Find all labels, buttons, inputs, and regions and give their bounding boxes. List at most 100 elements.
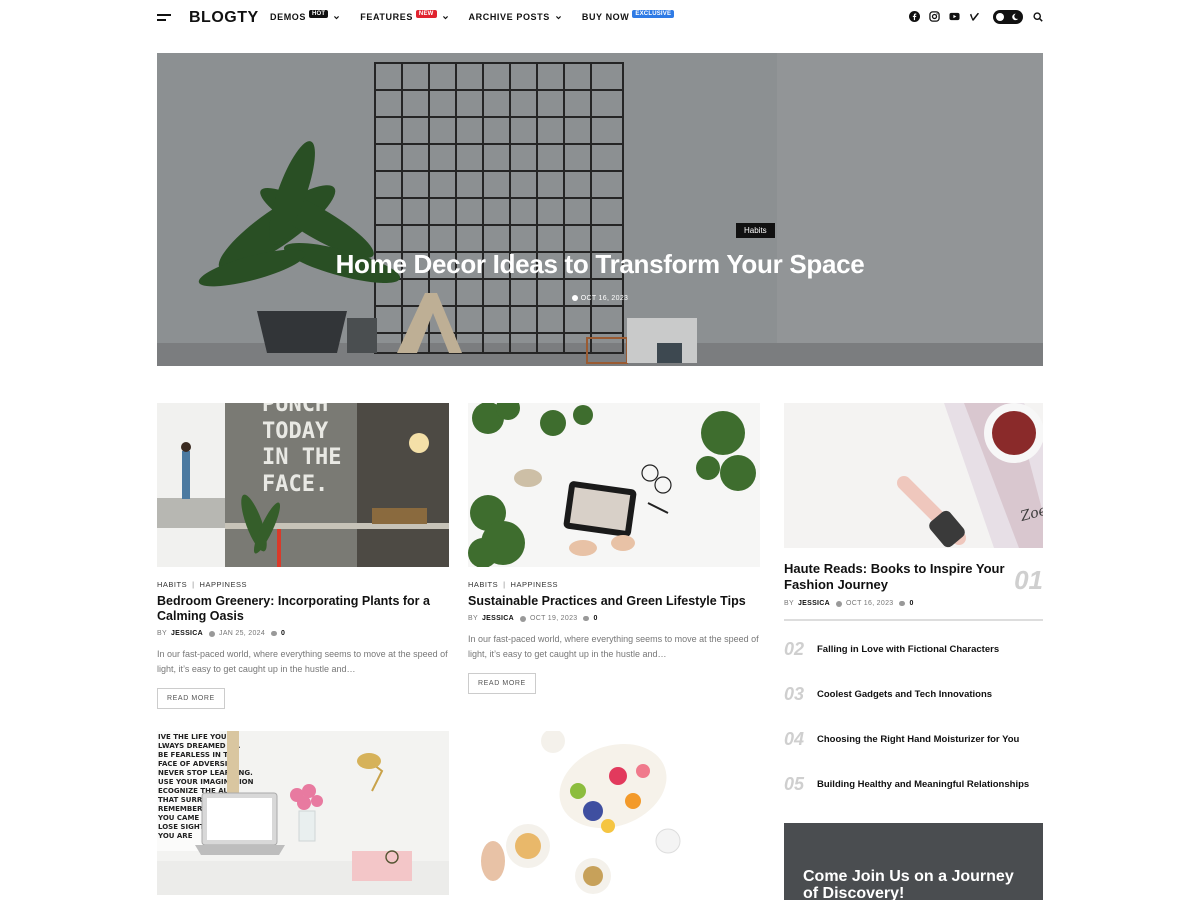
instagram-icon[interactable]: [929, 11, 940, 22]
svg-text:FACE OF ADVERSITY.: FACE OF ADVERSITY.: [158, 760, 239, 768]
svg-text:BE FEARLESS IN THE: BE FEARLESS IN THE: [158, 751, 239, 759]
list-item-title[interactable]: Building Healthy and Meaningful Relation…: [817, 779, 1029, 791]
rank-number: 05: [784, 774, 805, 794]
post-date: OCT 19, 2023: [530, 615, 578, 622]
hero-overlay: [157, 53, 1043, 366]
hero-featured-post[interactable]: Habits Home Decor Ideas to Transform You…: [157, 53, 1043, 366]
chevron-down-icon: [442, 15, 448, 19]
comment-count[interactable]: 0: [593, 615, 597, 622]
sidebar-popular: Zoe Haute Reads: Books to Inspire Your F…: [784, 403, 1043, 807]
nav-buy-label: BUY NOW: [581, 12, 630, 22]
newsletter-banner[interactable]: Come Join Us on a Journey of Discovery!: [784, 823, 1043, 900]
comment-icon: [899, 601, 906, 606]
author-link[interactable]: JESSICA: [171, 630, 203, 637]
clock-icon: [209, 630, 216, 637]
comment-icon: [583, 616, 590, 621]
post-thumbnail[interactable]: [468, 403, 760, 567]
post-image-books: Zoe: [784, 403, 1043, 548]
post-thumbnail[interactable]: [468, 731, 760, 895]
new-badge: NEW: [415, 10, 437, 18]
list-item[interactable]: 02 Falling in Love with Fictional Charact…: [784, 627, 1043, 672]
newsletter-title: Come Join Us on a Journey of Discovery!: [803, 868, 1014, 900]
by-label: BY: [468, 615, 478, 622]
by-label: BY: [784, 600, 794, 607]
nav-archive-posts[interactable]: ARCHIVE POSTS: [469, 12, 562, 22]
hero-category-badge[interactable]: Habits: [736, 223, 775, 238]
post-image-office: PUNCH TODAYIN THEFACE.: [157, 403, 449, 567]
rank-number: 03: [784, 684, 805, 704]
post-excerpt: In our fast-paced world, where everythin…: [468, 634, 759, 659]
comment-count[interactable]: 0: [281, 630, 285, 637]
dark-mode-toggle[interactable]: [993, 10, 1023, 24]
category-link[interactable]: HAPPINESS: [511, 580, 558, 589]
post-title[interactable]: Bedroom Greenery: Incorporating Plants f…: [157, 594, 449, 624]
vimeo-icon[interactable]: [969, 11, 980, 22]
author-link[interactable]: JESSICA: [798, 600, 830, 607]
list-item-title[interactable]: Coolest Gadgets and Tech Innovations: [817, 689, 992, 701]
clock-icon: [571, 295, 578, 301]
list-item-title[interactable]: Choosing the Right Hand Moisturizer for …: [817, 734, 1019, 746]
chevron-down-icon: [555, 15, 561, 19]
moon-icon: [1012, 13, 1019, 21]
nav-archive-label: ARCHIVE POSTS: [468, 12, 550, 22]
post-title[interactable]: Sustainable Practices and Green Lifestyl…: [468, 594, 760, 609]
svg-text:FACE.: FACE.: [262, 472, 328, 497]
nav-features-label: FEATURES: [360, 12, 413, 22]
sidebar-divider: [784, 619, 1043, 621]
category-link[interactable]: HABITS: [157, 580, 187, 589]
post-meta: BY JESSICA OCT 19, 2023 0: [468, 615, 760, 622]
category-link[interactable]: HAPPINESS: [200, 580, 247, 589]
nav-demos-label: DEMOS: [270, 12, 307, 22]
author-link[interactable]: JESSICA: [482, 615, 514, 622]
chevron-down-icon: [334, 15, 340, 19]
svg-text:YOU ARE: YOU ARE: [157, 832, 193, 840]
social-links: [909, 11, 989, 22]
category-link[interactable]: HABITS: [468, 580, 498, 589]
rank-number: 02: [784, 639, 805, 659]
comment-count[interactable]: 0: [909, 600, 913, 607]
clock-icon: [836, 600, 843, 607]
list-item[interactable]: 03 Coolest Gadgets and Tech Innovations: [784, 672, 1043, 717]
site-logo[interactable]: BLOGTY: [189, 9, 259, 27]
read-more-button[interactable]: READ MORE: [157, 688, 225, 709]
post-image-tablet: [468, 403, 760, 567]
svg-text:IVE THE LIFE YOU'VE: IVE THE LIFE YOU'VE: [158, 733, 239, 741]
rank-number: 04: [784, 729, 805, 749]
post-thumbnail[interactable]: IVE THE LIFE YOU'VE LWAYS DREAMED OF. BE F…: [157, 731, 449, 895]
sidebar-featured-thumbnail[interactable]: Zoe: [784, 403, 1043, 548]
post-meta: BY JESSICA JAN 25, 2024 0: [157, 630, 449, 637]
youtube-icon[interactable]: [949, 11, 960, 22]
post-meta: BY JESSICA OCT 16, 2023 0: [784, 600, 1043, 607]
nav-features[interactable]: FEATURES NEW: [360, 10, 448, 22]
list-item-title[interactable]: Falling in Love with Fictional Character…: [817, 644, 999, 656]
svg-text:IN THE: IN THE: [262, 445, 341, 470]
sidebar-featured-post: Haute Reads: Books to Inspire Your Fashi…: [784, 561, 1043, 607]
facebook-icon[interactable]: [909, 11, 920, 22]
menu-hamburger-icon[interactable]: [157, 14, 171, 22]
list-item[interactable]: 04 Choosing the Right Hand Moisturizer fo…: [784, 717, 1043, 762]
post-image-desk: IVE THE LIFE YOU'VELWAYS DREAMED OF.BE F…: [157, 731, 449, 895]
comment-icon: [271, 631, 278, 636]
svg-text:USE YOUR IMAGINATION: USE YOUR IMAGINATION: [158, 778, 254, 786]
nav-buy-now[interactable]: BUY NOW EXCLUSIVE: [581, 10, 675, 22]
toggle-knob: [996, 13, 1004, 21]
clock-icon: [520, 615, 527, 622]
post-date: JAN 25, 2024: [219, 630, 266, 637]
post-categories: HABITS | HAPPINESS: [157, 580, 247, 589]
list-item[interactable]: 05 Building Healthy and Meaningful Relati…: [784, 762, 1043, 807]
read-more-button[interactable]: READ MORE: [468, 673, 536, 694]
hero-title[interactable]: Home Decor Ideas to Transform Your Space: [157, 249, 1043, 280]
search-icon[interactable]: [1033, 12, 1043, 22]
svg-text:PUNCH: PUNCH: [262, 403, 328, 417]
post-card: PUNCH TODAY IN THE FACE. HABITS | HAPPINESS B…: [157, 403, 449, 709]
post-thumbnail[interactable]: PUNCH TODAY IN THE FACE.: [157, 403, 449, 567]
svg-text:TODAY: TODAY: [262, 419, 329, 444]
post-categories: HABITS | HAPPINESS: [468, 580, 558, 589]
post-excerpt: In our fast-paced world, where everythin…: [157, 649, 448, 674]
post-date: OCT 16, 2023: [846, 600, 894, 607]
exclusive-badge: EXCLUSIVE: [632, 10, 675, 18]
hero-date-text: OCT 16, 2023: [580, 295, 629, 302]
nav-demos[interactable]: DEMOS HOT: [270, 10, 340, 22]
sidebar-ranked-list: 02 Falling in Love with Fictional Charact…: [784, 627, 1043, 807]
sidebar-featured-title[interactable]: Haute Reads: Books to Inspire Your Fashi…: [784, 561, 1009, 593]
